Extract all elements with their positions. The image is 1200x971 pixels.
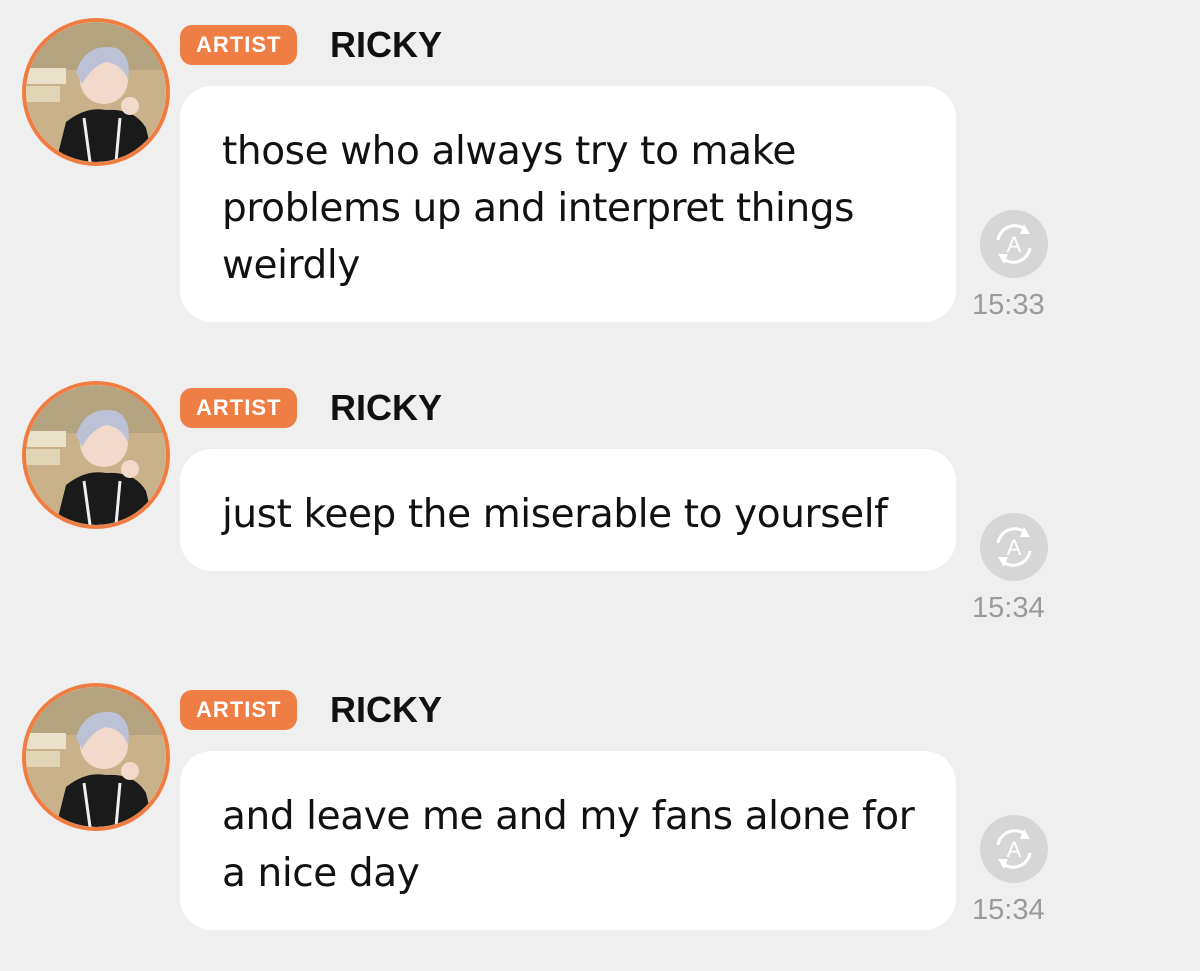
avatar-photo <box>26 22 166 162</box>
message-bubble[interactable]: those who always try to make problems up… <box>180 86 956 322</box>
timestamp: 15:34 <box>972 592 1045 624</box>
sender-name[interactable]: RICKY <box>330 21 442 69</box>
avatar[interactable] <box>22 18 170 166</box>
svg-text:A: A <box>1007 837 1022 862</box>
svg-text:A: A <box>1007 535 1022 560</box>
message-bubble[interactable]: and leave me and my fans alone for a nic… <box>180 751 956 930</box>
avatar-photo <box>26 687 166 827</box>
avatar-photo <box>26 385 166 525</box>
sender-name[interactable]: RICKY <box>330 384 442 432</box>
translate-icon[interactable]: A <box>980 210 1048 278</box>
artist-badge: ARTIST <box>180 25 298 65</box>
avatar[interactable] <box>22 683 170 831</box>
timestamp: 15:34 <box>972 894 1045 926</box>
svg-text:A: A <box>1007 232 1022 257</box>
sender-name[interactable]: RICKY <box>330 686 442 734</box>
chat-message: ARTIST RICKY just keep the miserable to … <box>0 363 1200 663</box>
chat-message: ARTIST RICKY and leave me and my fans al… <box>0 665 1200 965</box>
translate-icon[interactable]: A <box>980 513 1048 581</box>
artist-badge: ARTIST <box>180 690 298 730</box>
message-bubble[interactable]: just keep the miserable to yourself <box>180 449 956 571</box>
chat-message: ARTIST RICKY those who always try to mak… <box>0 0 1200 322</box>
timestamp: 15:33 <box>972 289 1045 321</box>
artist-badge: ARTIST <box>180 388 298 428</box>
translate-icon[interactable]: A <box>980 815 1048 883</box>
avatar[interactable] <box>22 381 170 529</box>
